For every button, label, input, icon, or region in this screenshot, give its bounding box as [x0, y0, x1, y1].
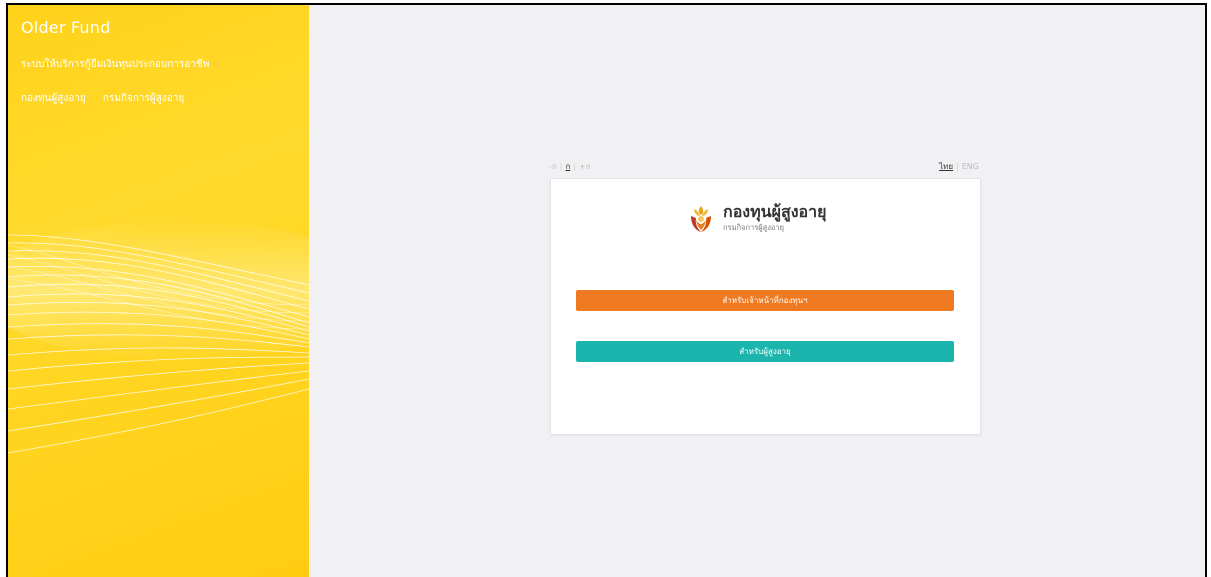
font-decrease-button[interactable]: -ก — [549, 162, 557, 171]
app-window: Older Fund ระบบให้บริการกู้ยืมเงินทุนประ… — [6, 3, 1207, 577]
elder-login-button[interactable]: สำหรับผู้สูงอายุ — [576, 341, 954, 362]
font-increase-button[interactable]: +ก — [579, 162, 591, 171]
login-card: กองทุนผู้สูงอายุ กรมกิจการผู้สูงอายุ สำห… — [550, 178, 981, 435]
language-switcher: ไทย | ENG — [939, 160, 979, 173]
sidebar-links: กองทุนผู้สูงอายุ กรมกิจการผู้สูงอายุ — [21, 91, 198, 106]
logo-text: กองทุนผู้สูงอายุ กรมกิจการผู้สูงอายุ — [723, 203, 827, 234]
sidebar: Older Fund ระบบให้บริการกู้ยืมเงินทุนประ… — [8, 5, 309, 577]
brand-title: Older Fund — [21, 18, 111, 37]
main-area: -ก | ก | +ก ไทย | ENG กองทุนผู้สูงอายุ ก… — [309, 5, 1205, 577]
divider: | — [956, 162, 959, 171]
link-older-fund[interactable]: กองทุนผู้สูงอายุ — [21, 93, 86, 104]
logo-title: กองทุนผู้สูงอายุ — [723, 202, 827, 221]
top-controls: -ก | ก | +ก ไทย | ENG — [549, 160, 979, 174]
font-size-controls: -ก | ก | +ก — [549, 160, 591, 173]
lang-thai-button[interactable]: ไทย — [939, 162, 953, 171]
divider: | — [559, 162, 563, 171]
lotus-hands-logo-icon — [691, 205, 711, 232]
link-department[interactable]: กรมกิจการผู้สูงอายุ — [103, 93, 184, 104]
lang-english-button[interactable]: ENG — [962, 162, 979, 171]
system-subtitle: ระบบให้บริการกู้ยืมเงินทุนประกอบการอาชีพ — [21, 59, 210, 70]
font-normal-button[interactable]: ก — [565, 162, 570, 171]
divider: | — [573, 162, 576, 171]
logo: กองทุนผู้สูงอายุ กรมกิจการผู้สูงอายุ — [689, 203, 827, 234]
staff-login-button[interactable]: สำหรับเจ้าหน้าที่กองทุนฯ — [576, 290, 954, 311]
logo-subtitle: กรมกิจการผู้สูงอายุ — [723, 223, 784, 232]
